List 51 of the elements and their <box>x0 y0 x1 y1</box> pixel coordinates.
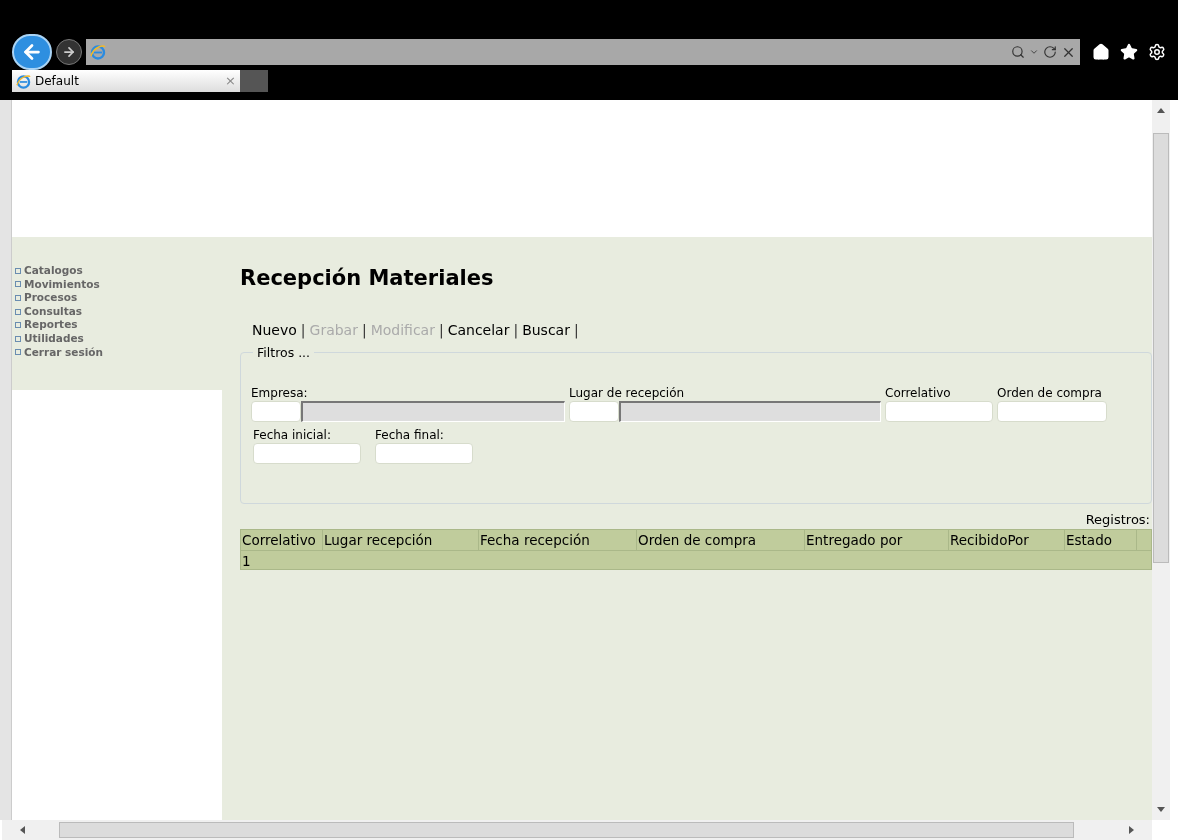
column-header[interactable]: Fecha recepción <box>479 530 637 550</box>
caret-icon[interactable] <box>1029 47 1039 57</box>
sidebar-item[interactable]: Cerrar sesión <box>15 345 222 360</box>
column-header[interactable]: Correlativo <box>241 530 323 550</box>
field-label: Fecha final: <box>375 427 445 444</box>
refresh-icon[interactable] <box>1043 45 1057 59</box>
toolbar-link[interactable]: Buscar <box>520 320 572 341</box>
filters-legend: Filtros ... <box>253 343 315 363</box>
star-icon[interactable] <box>1120 43 1138 61</box>
forward-arrow-icon[interactable] <box>62 45 76 59</box>
input-field[interactable] <box>301 401 565 423</box>
browser-logo-icon <box>16 73 31 89</box>
sidebar-item[interactable]: Utilidades <box>15 331 222 346</box>
field-label: Lugar de recepción <box>569 385 686 402</box>
browser-tab[interactable]: Default × <box>12 70 240 92</box>
column-header[interactable]: Lugar recepción <box>323 530 479 550</box>
sidebar-item[interactable]: Catalogos <box>15 264 222 278</box>
scroll-right-arrow-icon[interactable] <box>1129 826 1134 834</box>
sidebar-item[interactable]: Reportes <box>15 318 222 332</box>
home-icon[interactable] <box>1092 43 1110 61</box>
column-header[interactable]: RecibidoPor <box>949 530 1065 550</box>
sidebar-item[interactable]: Movimientos <box>15 277 222 292</box>
separator: | <box>512 321 520 341</box>
column-header[interactable]: Entregado por <box>805 530 949 550</box>
toolbar-link[interactable]: Nuevo <box>250 320 299 341</box>
browser-logo-icon <box>90 44 106 60</box>
tab-title: Default <box>35 73 80 90</box>
settings-icon[interactable] <box>1148 43 1166 61</box>
separator: | <box>437 321 445 341</box>
scroll-up-arrow-icon[interactable] <box>1157 108 1165 113</box>
field-label: Orden de compra <box>997 385 1103 402</box>
page-title: Recepción Materiales <box>240 265 495 292</box>
sidebar-item[interactable]: Consultas <box>15 304 222 319</box>
table-cell-text: 1 <box>241 552 252 569</box>
scroll-left-arrow-icon[interactable] <box>20 826 25 834</box>
column-header[interactable]: Orden de compra <box>637 530 805 550</box>
forward-button[interactable] <box>56 39 82 65</box>
field-label: Correlativo <box>885 385 952 402</box>
separator: | <box>572 321 580 341</box>
records-label: Registros: <box>1085 510 1150 529</box>
back-button[interactable] <box>12 34 52 70</box>
input-field[interactable] <box>619 401 881 423</box>
field-label: Empresa: <box>251 385 309 402</box>
toolbar-link[interactable]: Cancelar <box>445 320 512 341</box>
separator: | <box>360 321 368 341</box>
separator: | <box>299 321 307 341</box>
field-label: Fecha inicial: <box>253 427 332 444</box>
scroll-down-arrow-icon[interactable] <box>1157 807 1165 812</box>
column-header[interactable]: Estado <box>1065 530 1137 550</box>
search-icon[interactable] <box>1011 45 1025 59</box>
sidebar-item[interactable]: Procesos <box>15 291 222 305</box>
